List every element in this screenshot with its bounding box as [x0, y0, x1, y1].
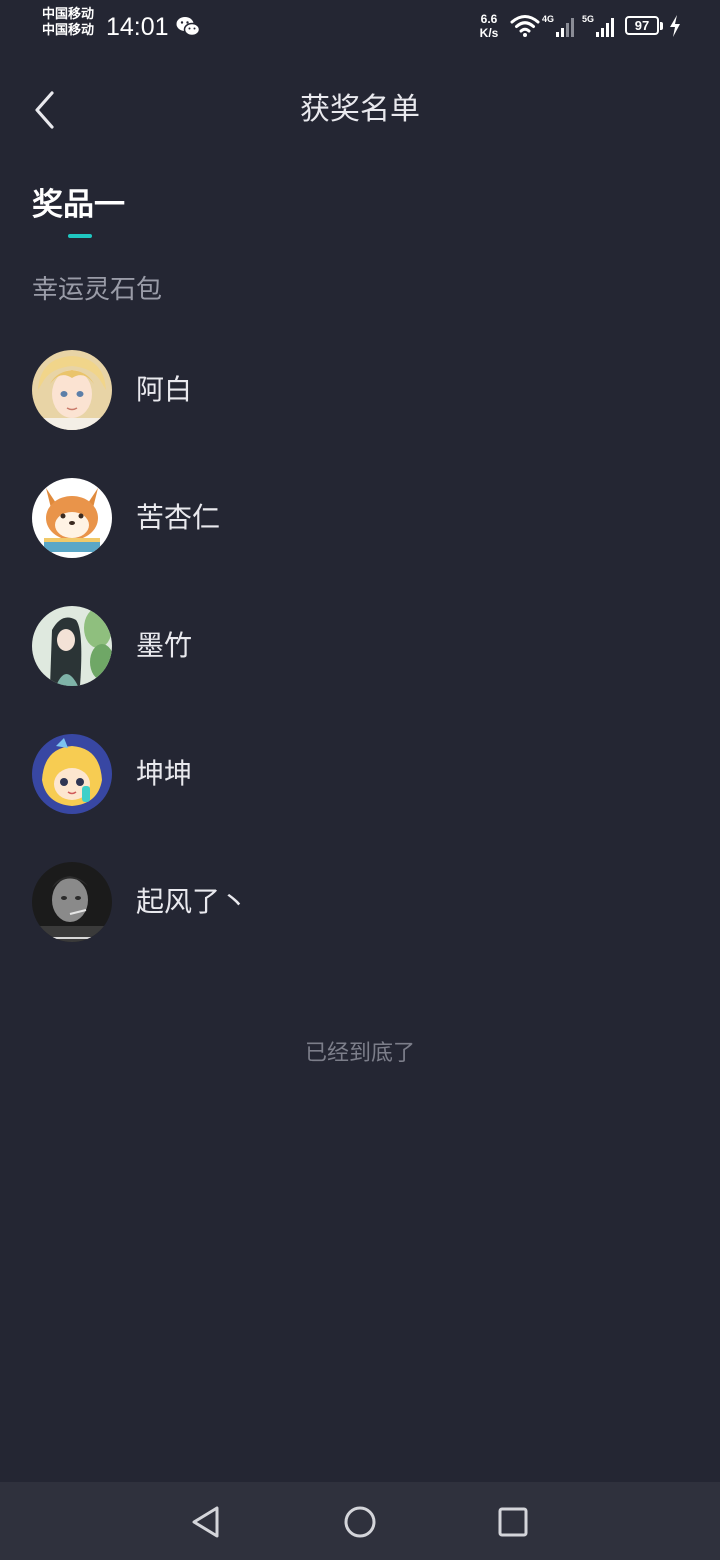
wechat-icon	[176, 17, 200, 37]
nav-home-button[interactable]	[340, 1502, 380, 1542]
avatar[interactable]	[32, 350, 112, 430]
chevron-left-icon	[35, 91, 54, 129]
tab-active-indicator	[68, 234, 92, 238]
list-end-text: 已经到底了	[304, 1041, 415, 1066]
nav-recents-button[interactable]	[492, 1502, 532, 1542]
signal-4g-label: 4G	[542, 14, 554, 24]
carrier-2: 中国移动	[42, 23, 95, 38]
square-recents-icon	[498, 1507, 528, 1537]
battery-tip	[660, 22, 663, 30]
net-speed: 6.6 K/s	[476, 12, 502, 40]
list-item[interactable]: 墨竹	[0, 598, 720, 726]
page-title: 获奖名单	[300, 92, 420, 127]
charging-bolt-icon	[670, 15, 680, 37]
avatar[interactable]	[32, 478, 112, 558]
list-item[interactable]: 起风了丶	[0, 854, 720, 982]
winner-name: 苦杏仁	[136, 501, 221, 534]
list-item[interactable]: 坤坤	[0, 726, 720, 854]
triangle-back-icon	[192, 1506, 219, 1538]
circle-home-icon	[344, 1506, 376, 1538]
avatar[interactable]	[32, 734, 112, 814]
list-item[interactable]: 阿白	[0, 342, 720, 470]
system-nav-bar	[0, 1482, 720, 1560]
winner-list: 阿白 苦杏仁 墨竹 坤坤 起风了丶	[0, 342, 720, 982]
tab-prize-1[interactable]: 奖品一	[32, 182, 125, 242]
net-speed-unit: K/s	[479, 26, 499, 40]
net-speed-value: 6.6	[480, 12, 498, 26]
back-button[interactable]	[28, 88, 68, 132]
status-bar: 中国移动 中国移动 14:01 6.6 K/s 4G 5G 97	[0, 0, 720, 56]
winner-name: 起风了丶	[136, 885, 249, 918]
carrier-info: 中国移动 中国移动	[42, 7, 94, 39]
signal-4g-icon: 4G	[542, 14, 574, 37]
avatar[interactable]	[32, 862, 112, 942]
battery-indicator: 97	[625, 16, 659, 35]
tab-label: 奖品一	[32, 187, 125, 223]
carrier-1: 中国移动	[42, 7, 95, 22]
wifi-icon	[510, 15, 540, 37]
status-time: 14:01	[106, 13, 169, 41]
winner-name: 坤坤	[136, 757, 193, 790]
nav-back-button[interactable]	[186, 1502, 226, 1542]
signal-5g-icon: 5G	[582, 14, 614, 37]
signal-5g-label: 5G	[582, 14, 594, 24]
avatar[interactable]	[32, 606, 112, 686]
prize-name: 幸运灵石包	[32, 275, 163, 305]
list-item[interactable]: 苦杏仁	[0, 470, 720, 598]
winner-name: 阿白	[136, 373, 193, 406]
winner-name: 墨竹	[136, 629, 193, 662]
